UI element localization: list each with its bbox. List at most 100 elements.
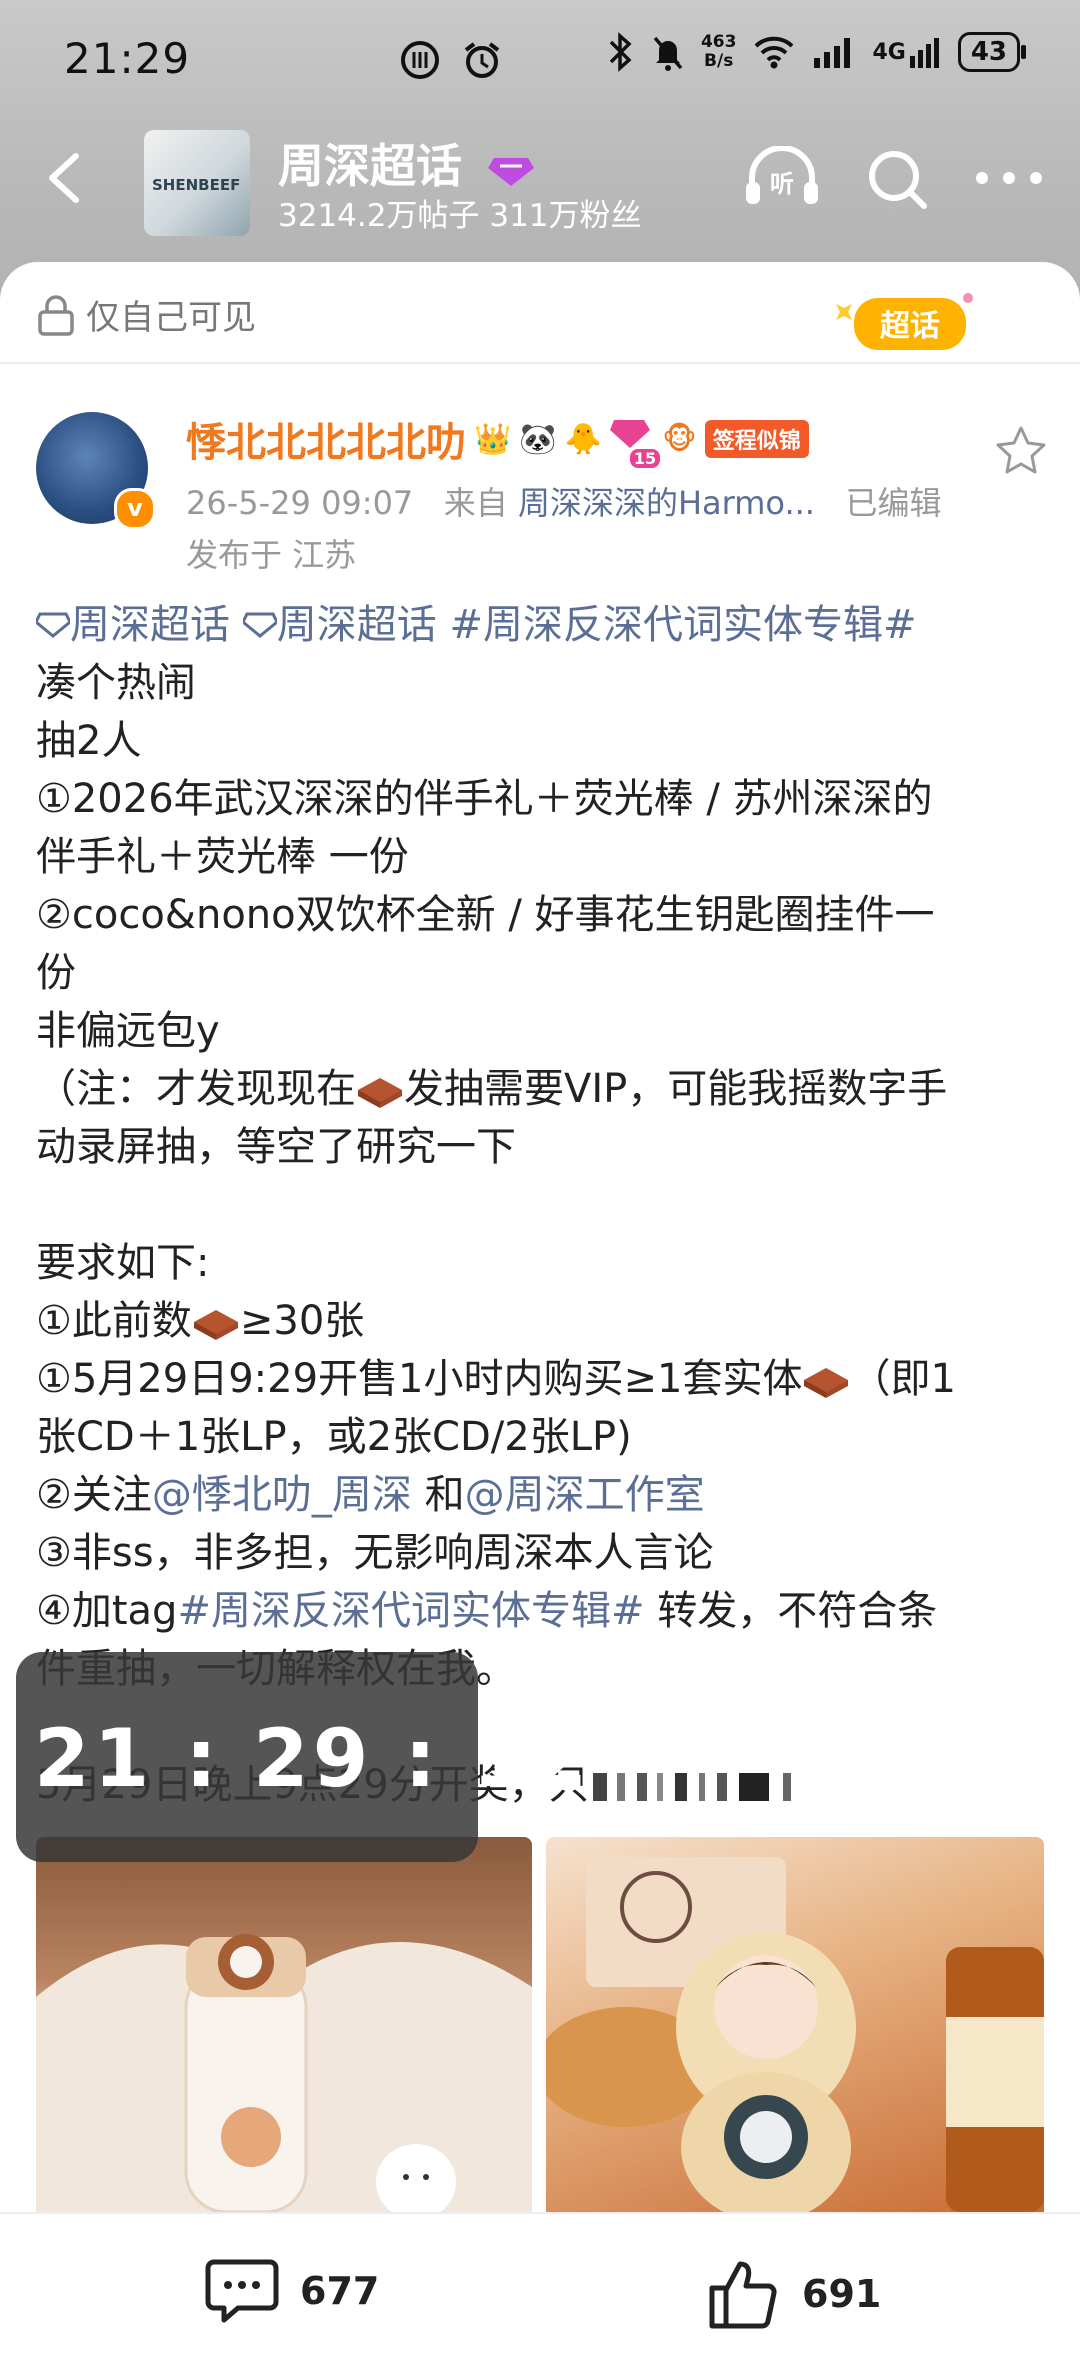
body-text: （即1 [850, 1356, 956, 1402]
body-line: 份 [36, 950, 76, 996]
more-icon[interactable] [974, 168, 1044, 188]
body-line: 伴手礼＋荧光棒 一份 [36, 834, 409, 880]
body-text: 和 [424, 1472, 465, 1518]
post-source[interactable]: 周深深深的Harmo... [518, 484, 815, 522]
supertopic-diamond-icon [240, 612, 279, 638]
body-line: ②关注@悸北叻_周深 和@周深工作室 [36, 1466, 1046, 1524]
star-icon[interactable] [994, 424, 1048, 478]
comment-icon [205, 2259, 279, 2323]
post-location: 发布于 江苏 [186, 536, 357, 574]
body-text: ④加tag [36, 1588, 178, 1634]
overlay-clock-text: 21 : 29 : 12 [34, 1712, 592, 1805]
monkey-icon: 🐵 [662, 421, 697, 457]
signal-4g: 4G [872, 34, 941, 70]
topic-stats: 3214.2万帖子 311万粉丝 [278, 190, 642, 235]
lock-icon [38, 294, 74, 336]
body-line: 要求如下: [36, 1240, 210, 1286]
post-card: 仅自己可见 超话 v 悸北北北北北叻 👑 🐼 🐥 15 🐵 签程似锦 26-5-… [0, 262, 1080, 2212]
mention-link[interactable]: @周深工作室 [465, 1472, 705, 1518]
diamond-icon [488, 157, 535, 186]
hashtag-link[interactable]: #周深反深代词实体专辑# [177, 1588, 644, 1634]
topic-header: SHENBEEF 周深超话 3214.2万帖子 311万粉丝 听 [0, 120, 1080, 250]
comment-button[interactable]: 677 [204, 2256, 379, 2326]
like-icon [709, 2261, 777, 2329]
privacy-indicator: 仅自己可见 [36, 290, 256, 339]
keychain-photo [546, 1857, 1044, 2212]
panda-icon: 🐼 [519, 421, 557, 457]
author-row: 悸北北北北北叻 👑 🐼 🐥 15 🐵 签程似锦 [186, 410, 809, 468]
bluetooth-icon [609, 32, 632, 72]
level-diamond-icon [610, 420, 651, 448]
brick-icon [358, 1078, 402, 1108]
supertopic-diamond-icon [34, 612, 72, 638]
net-speed-unit: B/s [704, 51, 734, 71]
alarm-icon [464, 42, 500, 78]
supertopic-badge: 超话 [820, 284, 980, 368]
post-body: 周深超话 周深超话 #周深反深代词实体专辑# 凑个热闹 抽2人 ①2026年武汉… [34, 596, 1046, 1814]
body-line: ④加tag#周深反深代词实体专辑# 转发，不符合条 [36, 1582, 1046, 1640]
status-right-icons: 463 B/s 4G 43 [605, 32, 1027, 72]
fans-count: 311万粉丝 [489, 198, 642, 234]
fan-badge-tag: 签程似锦 [704, 420, 809, 458]
comment-count: 677 [300, 2269, 380, 2313]
signal-icon [814, 38, 851, 68]
body-text: ①5月29日9:29开售1小时内购买≥1套实体 [36, 1356, 803, 1402]
topic-avatar-text: SHENBEEF [152, 176, 241, 194]
body-line: ③非ss，非多担，无影响周深本人言论 [36, 1530, 714, 1576]
topic-title-text: 周深超话 [278, 139, 462, 193]
post-image-cup[interactable] [36, 1837, 532, 2212]
hd-icon [401, 41, 439, 79]
level-number: 15 [629, 449, 661, 468]
supertopic-badge-text: 超话 [880, 309, 940, 344]
edited-label: 已编辑 [845, 484, 942, 522]
recording-clock-overlay: 21 : 29 : 12 [16, 1652, 587, 1862]
back-arrow-icon[interactable] [36, 148, 96, 208]
privacy-text: 仅自己可见 [86, 298, 256, 338]
net-speed-value: 463 [700, 32, 737, 52]
from-label: 来自 [443, 484, 508, 522]
listen-icon[interactable]: 听 [742, 146, 822, 210]
body-text: 发抽需要VIP，可能我摇数字手 [404, 1066, 948, 1112]
wifi-icon [755, 36, 794, 69]
verified-icon: v [114, 488, 156, 530]
mute-bell-icon [653, 36, 683, 71]
like-button[interactable]: 691 [706, 2256, 881, 2332]
bird-icon: 🐥 [564, 421, 603, 457]
author-name[interactable]: 悸北北北北北叻 [186, 410, 466, 468]
bottom-action-bar: 677 691 [0, 2212, 1080, 2375]
supertopic-link[interactable]: 周深超话 [277, 602, 437, 648]
topic-title: 周深超话 [278, 130, 535, 196]
status-time: 21:29 [64, 34, 191, 83]
status-bar: 21:29 463 B/s 4G 43 [0, 0, 1080, 120]
body-line: 动录屏抽，等空了研究一下 [36, 1124, 516, 1170]
status-mid-icons [400, 40, 506, 80]
body-line: 非偏远包y [36, 1008, 220, 1054]
body-line: 张CD＋1张LP，或2张CD/2张LP) [36, 1414, 632, 1460]
body-text: 转发，不符合条 [644, 1588, 938, 1634]
header-actions: 听 [742, 146, 1044, 210]
body-line: 抽2人 [36, 718, 142, 764]
supertopic-badge-icon: 超话 [836, 293, 973, 350]
mention-link[interactable]: @悸北叻_周深 [152, 1472, 412, 1518]
body-text: ≥30张 [239, 1298, 365, 1344]
body-line: 凑个热闹 [36, 660, 196, 706]
body-line: ①5月29日9:29开售1小时内购买≥1套实体 （即1 [36, 1350, 1046, 1408]
supertopic-link[interactable]: 周深超话 [70, 602, 230, 648]
topic-avatar[interactable]: SHENBEEF [144, 130, 250, 236]
redacted-bar [592, 1773, 791, 1801]
divider [0, 362, 1080, 364]
search-icon[interactable] [866, 146, 930, 210]
svg-text:听: 听 [770, 170, 794, 198]
crown-icon: 👑 [474, 421, 512, 457]
body-text: （注：才发现现在 [36, 1066, 356, 1112]
like-count: 691 [802, 2272, 882, 2316]
level-badge: 15 [610, 414, 661, 468]
hashtag-link[interactable]: #周深反深代词实体专辑# [449, 602, 916, 648]
posts-count: 3214.2万帖子 [278, 198, 480, 234]
brick-icon [804, 1368, 849, 1398]
post-image-keychain[interactable] [546, 1837, 1044, 2212]
body-text: ②关注 [36, 1472, 152, 1518]
body-text: ①此前数 [36, 1298, 192, 1344]
body-line: ①此前数 ≥30张 [36, 1292, 1046, 1350]
